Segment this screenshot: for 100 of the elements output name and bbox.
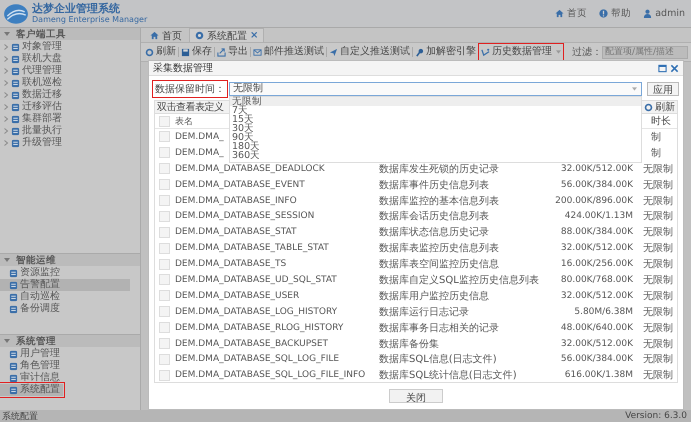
home-icon bbox=[555, 9, 564, 18]
sidebar-item[interactable]: 代理管理 bbox=[0, 65, 130, 77]
sidebar-item[interactable]: 迁移评估 bbox=[0, 101, 130, 113]
dropdown-option[interactable]: 30天 bbox=[230, 124, 641, 133]
sidebar-item[interactable]: 对象管理 bbox=[0, 41, 130, 53]
row-checkbox[interactable] bbox=[159, 354, 170, 365]
sidebar-item[interactable]: 批量执行 bbox=[0, 125, 130, 137]
sidebar-item[interactable]: 联机大盘 bbox=[0, 53, 130, 65]
table-cell-text: 数据库用户监控历史信息 bbox=[379, 290, 490, 303]
sidebar-item[interactable]: 数据迁移 bbox=[0, 89, 130, 101]
row-checkbox[interactable] bbox=[159, 163, 170, 174]
sidebar-item[interactable]: 角色管理 bbox=[0, 360, 130, 372]
toolbar-button[interactable]: 保存 bbox=[180, 45, 213, 59]
row-checkbox[interactable] bbox=[159, 322, 170, 334]
row-checkbox[interactable] bbox=[159, 274, 170, 286]
row-checkbox[interactable] bbox=[159, 258, 170, 270]
refresh-button[interactable]: 刷新 bbox=[644, 100, 675, 114]
table-cell-text: 数据库SQL统计信息(日志文件) bbox=[379, 368, 518, 382]
table-cell: DEM.DMA_DATABASE_RLOG_HISTORY bbox=[175, 322, 344, 333]
table-cell-text: 制 bbox=[651, 146, 661, 160]
header-link[interactable]: admin bbox=[643, 7, 685, 20]
row-checkbox[interactable] bbox=[159, 179, 170, 190]
row-checkbox[interactable] bbox=[159, 242, 170, 254]
sidebar-item[interactable]: 系统配置 bbox=[0, 384, 63, 396]
row-checkbox[interactable] bbox=[159, 131, 170, 142]
item-label: 资源监控 bbox=[20, 267, 60, 278]
toolbar-button[interactable]: 邮件推送测试 bbox=[252, 45, 325, 59]
row-checkbox[interactable] bbox=[159, 290, 170, 302]
row-checkbox[interactable] bbox=[159, 370, 170, 381]
sidebar-item[interactable]: 备份调度 bbox=[0, 303, 130, 315]
dropdown-option[interactable]: 7天 bbox=[230, 106, 641, 115]
row-checkbox[interactable] bbox=[159, 338, 170, 350]
logo-icon bbox=[3, 2, 29, 24]
app-title: 达梦企业管理系统 bbox=[32, 2, 121, 14]
tab-label: 首页 bbox=[162, 30, 182, 42]
table-cell: DEM.DMA_ bbox=[175, 148, 224, 158]
table-cell-text: 56.00K/384.00K bbox=[560, 354, 633, 364]
sidebar-item[interactable]: 升级管理 bbox=[0, 137, 130, 149]
table-cell-text: 数据库状态信息历史记录 bbox=[379, 226, 490, 240]
dropdown-option[interactable]: 15天 bbox=[230, 115, 641, 124]
tab[interactable]: 首页 bbox=[145, 29, 187, 42]
close-tab-button[interactable]: × bbox=[250, 30, 258, 41]
send-icon bbox=[329, 48, 338, 56]
table-cell-text: 数据库运行日志记录 bbox=[379, 306, 470, 319]
table-cell: DEM.DMA_DATABASE_BACKUPSET bbox=[175, 338, 328, 349]
toolbar-button[interactable]: 加解密引擎 bbox=[414, 45, 477, 59]
item-label: 备份调度 bbox=[20, 303, 60, 315]
key-icon bbox=[415, 48, 424, 56]
row-checkbox[interactable] bbox=[159, 226, 170, 238]
sidebar-item[interactable]: 联机巡检 bbox=[0, 77, 130, 89]
toolbar-button[interactable]: 刷新 bbox=[144, 45, 177, 59]
dialog-title: 采集数据管理 bbox=[153, 62, 213, 75]
table-cell: DEM.DMA_DATABASE_USER bbox=[175, 290, 300, 301]
table-cell: DEM.DMA_DATABASE_EVENT bbox=[175, 180, 305, 190]
toolbar-button[interactable]: 历史数据管理 bbox=[480, 45, 562, 59]
filter-label: 过滤： bbox=[571, 46, 602, 59]
tile-icon bbox=[9, 292, 18, 302]
dropdown-option[interactable]: 180天 bbox=[230, 142, 641, 151]
sidebar-item[interactable]: 自动巡检 bbox=[0, 291, 130, 303]
sidebar-item[interactable]: 资源监控 bbox=[0, 267, 130, 279]
sidebar-item[interactable]: 用户管理 bbox=[0, 348, 130, 360]
table-cell: DEM.DMA_DATABASE_INFO bbox=[175, 196, 297, 206]
item-label: 角色管理 bbox=[20, 360, 60, 372]
section-header[interactable]: 系统管理 bbox=[0, 335, 140, 347]
maximize-icon[interactable] bbox=[658, 64, 667, 72]
table-cell-text: 32.00K/512.00K bbox=[560, 164, 633, 174]
row-checkbox[interactable] bbox=[159, 210, 170, 222]
table-cell-text: 无限制 bbox=[643, 242, 673, 256]
export-icon bbox=[217, 48, 226, 56]
retention-select[interactable]: 无限制 bbox=[229, 82, 642, 96]
dropdown-option[interactable]: 90天 bbox=[230, 133, 641, 142]
dropdown-option[interactable]: 无限制 bbox=[230, 97, 641, 106]
row-checkbox[interactable] bbox=[159, 306, 170, 318]
header-link[interactable]: 帮助 bbox=[599, 7, 632, 20]
section-title: 客户端工具 bbox=[16, 28, 66, 40]
select-all-checkbox[interactable] bbox=[159, 116, 170, 126]
table-cell-text: 无限制 bbox=[643, 274, 673, 287]
row-checkbox[interactable] bbox=[159, 195, 170, 206]
row-checkbox[interactable] bbox=[159, 147, 170, 158]
sidebar-item[interactable]: 告警配置 bbox=[0, 279, 130, 291]
section-header[interactable]: 客户端工具 bbox=[0, 28, 140, 40]
apply-button[interactable]: 应用 bbox=[647, 82, 679, 96]
tile-icon bbox=[11, 66, 20, 76]
column-header: 时长 bbox=[651, 114, 672, 128]
app-subtitle: Dameng Enterprise Manager bbox=[32, 14, 148, 24]
sidebar-item[interactable]: 审计信息 bbox=[0, 372, 130, 384]
table-cell-text: 数据库自定义SQL监控历史信息列表 bbox=[379, 274, 540, 287]
table-cell-text: 无限制 bbox=[643, 368, 673, 382]
table-cell-text: 32.00K/512.00K bbox=[560, 338, 633, 349]
tab[interactable]: 系统配置 × bbox=[189, 28, 264, 42]
close-button[interactable]: 关闭 bbox=[389, 389, 443, 403]
caret-icon bbox=[4, 31, 10, 37]
sidebar-item[interactable]: 集群部署 bbox=[0, 113, 130, 125]
table-cell: DEM.DMA_ bbox=[175, 132, 224, 142]
header-link[interactable]: 首页 bbox=[555, 7, 588, 20]
toolbar-button[interactable]: 自定义推送测试 bbox=[328, 45, 411, 59]
section-header[interactable]: 智能运维 bbox=[0, 254, 140, 266]
close-icon[interactable] bbox=[670, 64, 679, 72]
dropdown-option[interactable]: 360天 bbox=[230, 151, 641, 160]
toolbar-button[interactable]: 导出 bbox=[216, 45, 249, 59]
